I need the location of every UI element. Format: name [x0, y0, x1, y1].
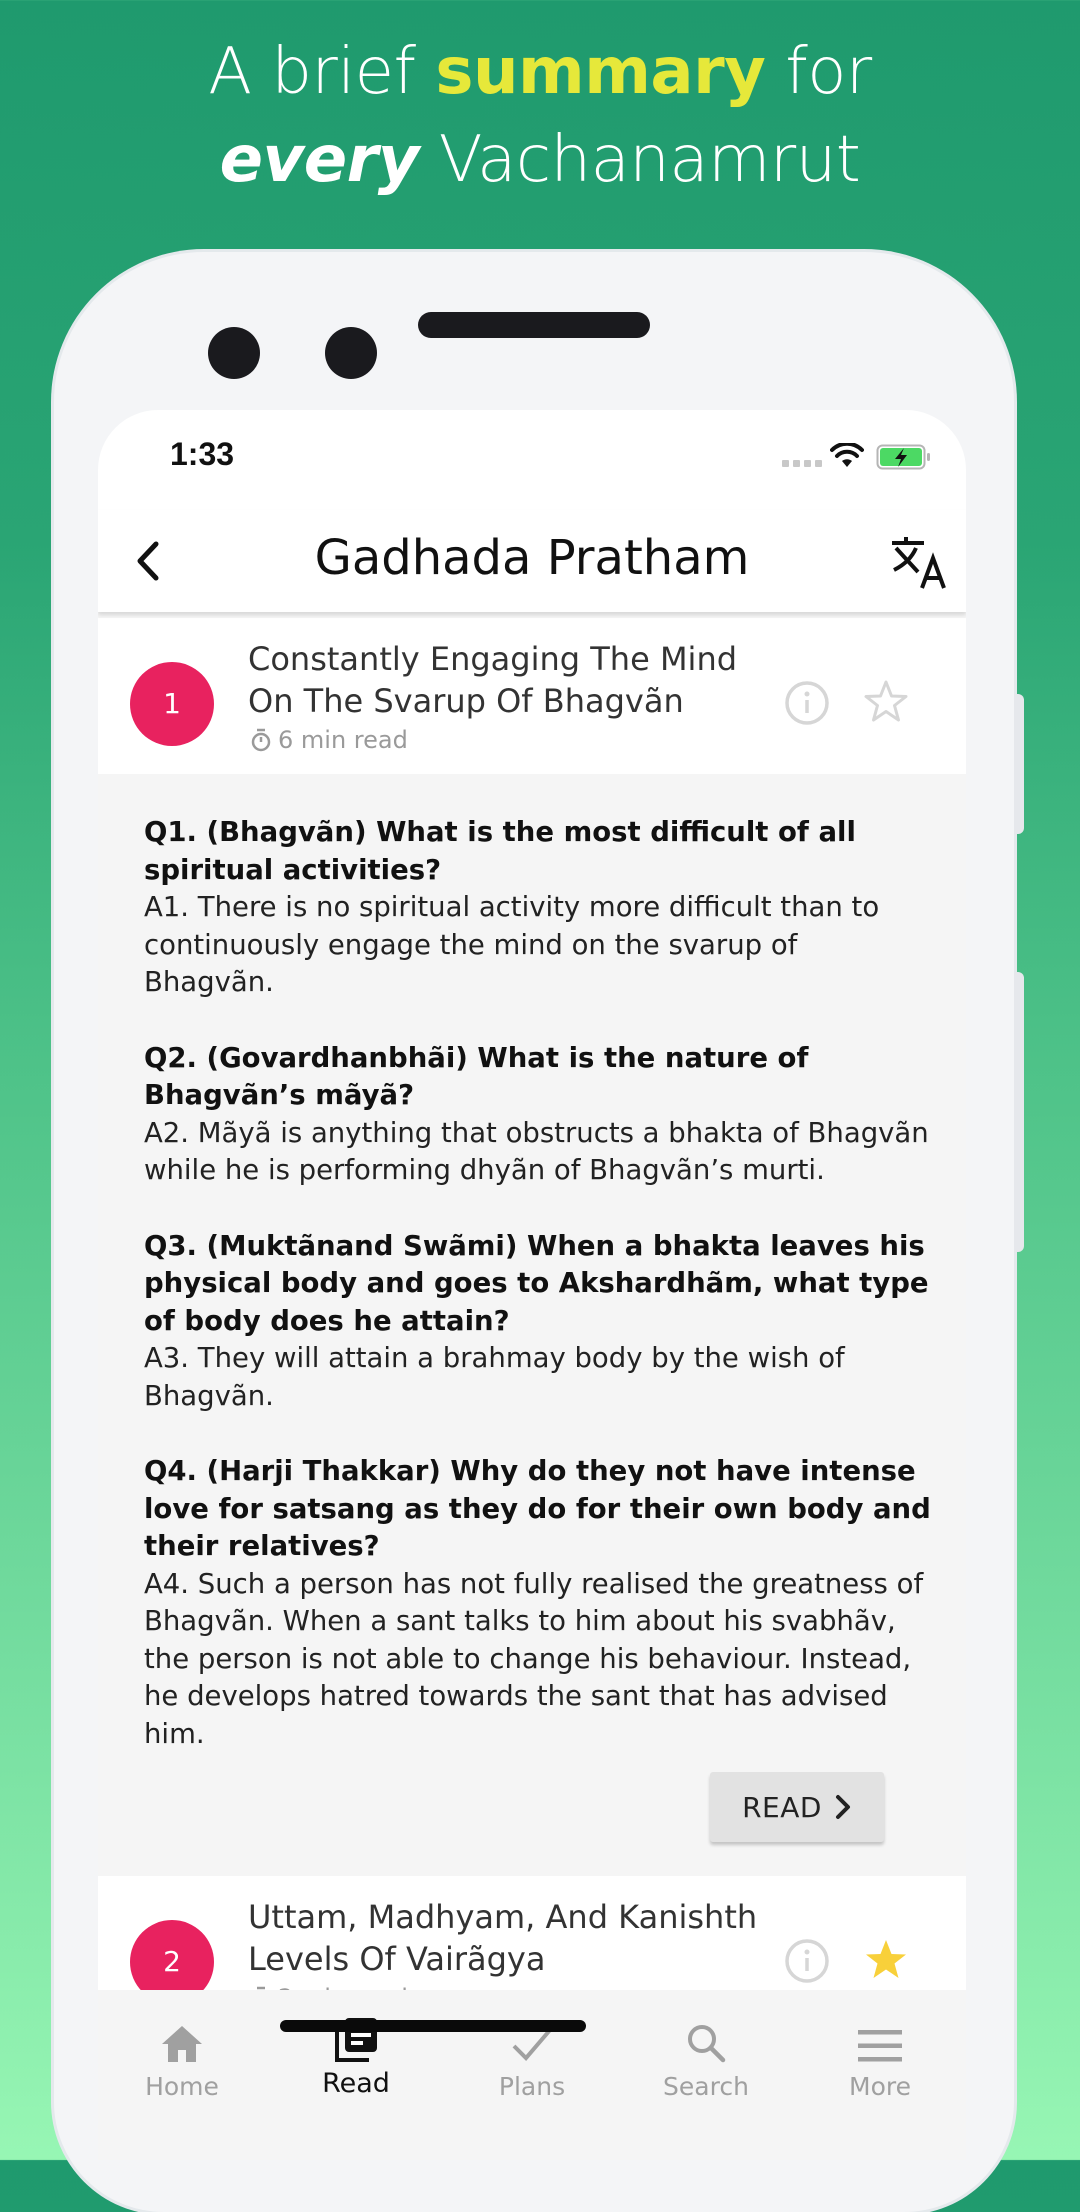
item-title: Uttam, Madhyam, And Kanishth Levels Of V… [248, 1898, 758, 1978]
headline-line-2: every Vachanamrut [219, 123, 861, 197]
signal-dots-icon [782, 460, 822, 467]
home-indicator[interactable] [280, 2020, 586, 2032]
page-title: Gadhada Pratham [314, 530, 750, 586]
headline-highlight: summary [435, 35, 766, 109]
item-number-badge: 1 [130, 662, 214, 746]
qa-block: Q2. (Govardhanbhãi) What is the nature o… [144, 1040, 934, 1190]
read-button[interactable]: READ [710, 1772, 884, 1842]
phone-speaker [418, 312, 650, 338]
question: Q3. (Muktãnand Swãmi) When a bhakta leav… [144, 1229, 929, 1337]
answer: A1. There is no spiritual activity more … [144, 891, 880, 998]
promo-headline: A brief summary for every Vachanamrut [0, 28, 1080, 204]
phone-sensor [325, 327, 377, 379]
answer: A2. Mãyã is anything that obstructs a bh… [144, 1116, 929, 1187]
qa-block: Q4. (Harji Thakkar) Why do they not have… [144, 1453, 934, 1753]
stopwatch-icon [251, 728, 271, 752]
item-title: Constantly Engaging The Mind On The Svar… [248, 640, 738, 720]
headline-line-1: A brief summary for [208, 35, 872, 109]
status-time: 1:33 [170, 436, 235, 472]
tab-more[interactable]: More [810, 2006, 950, 2101]
home-icon [162, 2026, 202, 2062]
battery-charging-icon [876, 444, 930, 470]
summary-content: Q1. (Bhagvãn) What is the most difficult… [144, 814, 934, 1791]
question: Q1. (Bhagvãn) What is the most difficult… [144, 816, 856, 886]
read-button-label: READ [742, 1790, 822, 1824]
tab-search[interactable]: Search [636, 2006, 776, 2101]
app-screen: 1:33 Gadhada Pratham 1 Constantly Engagi… [98, 410, 966, 2160]
menu-icon [858, 2030, 902, 2062]
wifi-icon [830, 443, 864, 467]
list-item[interactable]: 1 Constantly Engaging The Mind On The Sv… [98, 618, 966, 774]
bottom-tab-bar: Home Read Plans Search More [98, 1990, 966, 2160]
qa-block: Q3. (Muktãnand Swãmi) When a bhakta leav… [144, 1228, 934, 1416]
chevron-right-icon [835, 1795, 850, 1819]
star-outline-icon[interactable] [862, 678, 910, 726]
qa-block: Q1. (Bhagvãn) What is the most difficult… [144, 814, 934, 1002]
question: Q4. (Harji Thakkar) Why do they not have… [144, 1455, 931, 1562]
answer: A3. They will attain a brahmay body by t… [144, 1342, 845, 1412]
headline-emphasis: every [219, 123, 420, 197]
nav-bar: Gadhada Pratham [98, 510, 966, 612]
search-icon [688, 2025, 726, 2063]
star-filled-icon[interactable] [862, 1936, 910, 1984]
answer: A4. Such a person has not fully realised… [144, 1567, 924, 1750]
status-bar: 1:33 [98, 410, 966, 510]
translate-icon[interactable] [888, 534, 948, 590]
info-icon[interactable] [784, 680, 830, 726]
tab-home[interactable]: Home [112, 2006, 252, 2101]
item-read-time: 6 min read [250, 726, 408, 754]
phone-camera [208, 327, 260, 379]
phone-side-button [1014, 972, 1024, 1252]
info-icon[interactable] [784, 1938, 830, 1984]
phone-side-button [1014, 694, 1024, 834]
question: Q2. (Govardhanbhãi) What is the nature o… [144, 1041, 809, 1112]
